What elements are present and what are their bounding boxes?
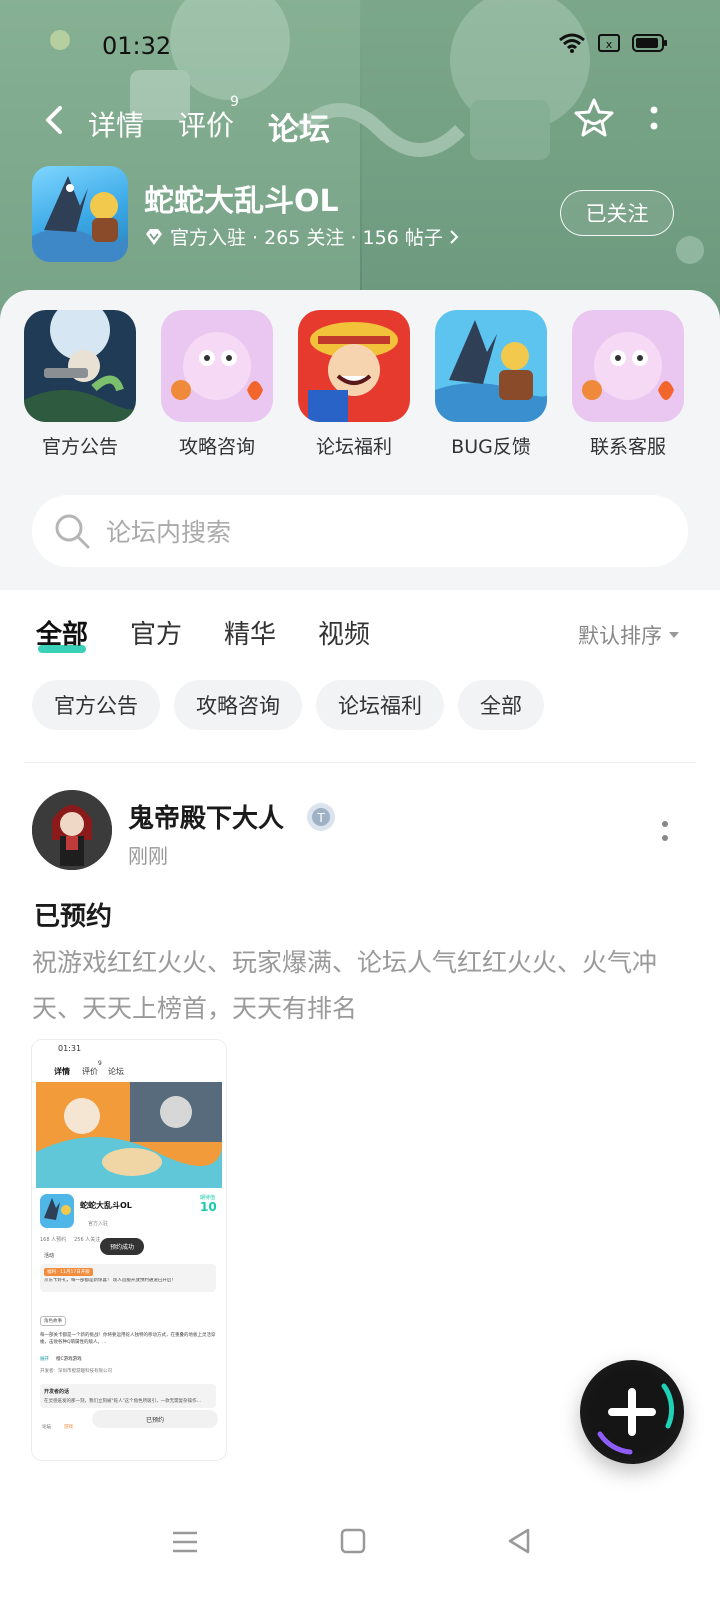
forum-search-bar[interactable]: 论坛内搜索 xyxy=(32,495,688,567)
follow-button[interactable]: 已关注 xyxy=(560,190,674,236)
shot-activity: 活动 xyxy=(44,1253,55,1259)
create-post-button[interactable] xyxy=(580,1360,684,1464)
shot-score: 10 xyxy=(200,1200,217,1214)
category-label: 官方公告 xyxy=(41,436,118,458)
shot-dev-label: 橙C游戏游戏 xyxy=(56,1357,82,1362)
game-meta-text: 官方入驻 · 265 关注 · 156 帖子 xyxy=(170,227,443,249)
game-icon[interactable] xyxy=(32,166,128,262)
chip-all[interactable]: 全部 xyxy=(458,680,544,730)
home-icon[interactable] xyxy=(340,1528,366,1554)
back-triangle-icon[interactable] xyxy=(506,1528,532,1554)
top-navigation: 详情 评价 9 论坛 xyxy=(0,94,720,152)
sort-label: 默认排序 xyxy=(578,624,662,648)
wifi-icon xyxy=(559,33,585,53)
shot-game-title: 蛇蛇大乱斗OL xyxy=(80,1201,132,1210)
svg-text:T: T xyxy=(316,811,325,825)
shot-dev-say: 在灵感迸发的那一刻，我们立刻被"蛇人"这个角色所吸引，一款无需复杂操作… xyxy=(44,1399,202,1404)
category-guide-consult[interactable]: 攻略咨询 xyxy=(161,310,273,459)
plus-icon xyxy=(597,1383,675,1455)
chip-official-notice[interactable]: 官方公告 xyxy=(32,680,160,730)
shot-news-text: 京东卡好礼，每一部都是新惊喜！ 现人首服开放预约通道已开启！ xyxy=(44,1278,176,1283)
shot-bottom-forum: 论坛 xyxy=(42,1425,51,1430)
game-header-banner: 01:32 x 详情 评价 9 论坛 蛇蛇大乱斗OL 官方入驻 · 265 关注… xyxy=(0,0,720,320)
shot-toast: 预约成功 xyxy=(100,1238,145,1255)
category-thumbnail xyxy=(435,310,547,422)
sort-dropdown[interactable]: 默认排序 xyxy=(578,620,680,650)
star-follow-icon[interactable] xyxy=(572,96,616,140)
category-forum-benefits[interactable]: 论坛福利 xyxy=(298,310,410,459)
reviews-count-badge: 9 xyxy=(230,94,239,110)
tab-forum[interactable]: 论坛 xyxy=(268,104,330,151)
filter-tab-all[interactable]: 全部 xyxy=(36,614,88,653)
category-contact-support[interactable]: 联系客服 xyxy=(572,310,684,459)
shot-news-card: 福利 · 11月17日开服 京东卡好礼，每一部都是新惊喜！ 现人首服开放预约通道… xyxy=(40,1264,216,1292)
diamond-verified-icon xyxy=(146,228,162,245)
system-navigation-bar xyxy=(0,1510,720,1600)
divider xyxy=(24,762,696,763)
more-vertical-icon[interactable] xyxy=(646,102,662,138)
category-label: 论坛福利 xyxy=(315,436,392,458)
shot-reserved-button: 已预约 xyxy=(92,1410,218,1428)
post-title: 已预约 xyxy=(34,902,113,932)
shot-dev-note: 开发者的话 在灵感迸发的那一刻，我们立刻被"蛇人"这个角色所吸引，一款无需复杂操… xyxy=(40,1384,216,1408)
forum-category-panel: 官方公告 攻略咨询 论坛福利 BUG反馈 联系客服 论坛内搜索 xyxy=(0,290,720,590)
sim-icon: x xyxy=(598,34,620,52)
status-time: 01:32 xyxy=(102,32,172,60)
back-arrow-icon[interactable] xyxy=(38,102,74,138)
category-thumbnail xyxy=(572,310,684,422)
shot-dev-info: 开发者：深圳市橙游趣科技有限公司 xyxy=(40,1369,112,1374)
shot-tab-details: 详情 xyxy=(54,1067,70,1076)
search-placeholder: 论坛内搜索 xyxy=(106,518,232,547)
shot-stats: 168 人预约 256 人关注 xyxy=(40,1237,101,1243)
status-bar: 01:32 x xyxy=(0,26,720,66)
user-badge-icon: T xyxy=(307,803,335,831)
category-official-notice[interactable]: 官方公告 xyxy=(24,310,136,459)
category-label: 联系客服 xyxy=(589,436,666,458)
post-timestamp: 刚刚 xyxy=(128,844,168,868)
game-info-row: 蛇蛇大乱斗OL 官方入驻 · 265 关注 · 156 帖子 已关注 xyxy=(32,166,692,262)
post-more-icon[interactable] xyxy=(660,818,670,846)
search-icon xyxy=(55,514,90,549)
tab-details[interactable]: 详情 xyxy=(88,104,144,144)
shot-more: 展开 xyxy=(40,1357,49,1362)
shot-news-tag: 福利 · 11月17日开服 xyxy=(44,1268,93,1276)
game-title: 蛇蛇大乱斗OL xyxy=(144,184,339,219)
filter-tab-featured[interactable]: 精华 xyxy=(224,614,276,651)
avatar[interactable] xyxy=(32,790,112,870)
caret-down-icon xyxy=(669,632,679,638)
category-thumbnail xyxy=(24,310,136,422)
chip-forum-benefits[interactable]: 论坛福利 xyxy=(316,680,444,730)
category-thumbnail xyxy=(298,310,410,422)
shot-official: 官方入驻 xyxy=(88,1221,109,1227)
chevron-right-icon xyxy=(450,229,459,244)
shot-dev-say-title: 开发者的话 xyxy=(44,1389,70,1395)
shot-bottom-game: 游戏 xyxy=(64,1425,73,1430)
post-author-name[interactable]: 鬼帝殿下大人 xyxy=(128,798,284,835)
filter-tab-video[interactable]: 视频 xyxy=(318,614,370,651)
menu-icon[interactable] xyxy=(172,1530,198,1554)
tab-reviews[interactable]: 评价 xyxy=(178,104,234,144)
category-bug-report[interactable]: BUG反馈 xyxy=(435,310,547,459)
shot-game-icon xyxy=(40,1194,74,1228)
category-thumbnail xyxy=(161,310,273,422)
shot-tab-badge: 9 xyxy=(98,1060,102,1067)
category-label: 攻略咨询 xyxy=(178,436,255,458)
shot-banner-artwork xyxy=(36,1082,222,1188)
svg-text:x: x xyxy=(606,38,613,51)
game-meta[interactable]: 官方入驻 · 265 关注 · 156 帖子 xyxy=(144,223,459,250)
shot-section-tag: 角色故事 xyxy=(40,1316,66,1326)
shot-desc: 每一部关卡都是一个新的挑战！你将要运用蛇人独特的移动方式，在重叠的地板上灵活穿梭… xyxy=(40,1333,216,1345)
shot-time: 01:31 xyxy=(58,1044,82,1053)
category-label: BUG反馈 xyxy=(451,436,531,458)
post-body: 祝游戏红红火火、玩家爆满、论坛人气红红火火、火气冲天、天天上榜首，天天有排名 xyxy=(32,948,658,1023)
post-image-screenshot[interactable]: 01:31 详情 评价 9 论坛 蛇蛇大乱斗OL 官方入驻 期待值 10 168… xyxy=(32,1040,226,1460)
battery-icon xyxy=(632,34,667,52)
topic-chip-row: 官方公告 攻略咨询 论坛福利 全部 xyxy=(32,680,544,730)
post-filter-tabs: 全部 官方 精华 视频 默认排序 xyxy=(0,600,720,660)
chip-guide-consult[interactable]: 攻略咨询 xyxy=(174,680,302,730)
shot-tab-forum: 论坛 xyxy=(108,1067,124,1076)
shot-tab-reviews: 评价 xyxy=(82,1067,98,1076)
filter-tab-official[interactable]: 官方 xyxy=(130,614,182,651)
